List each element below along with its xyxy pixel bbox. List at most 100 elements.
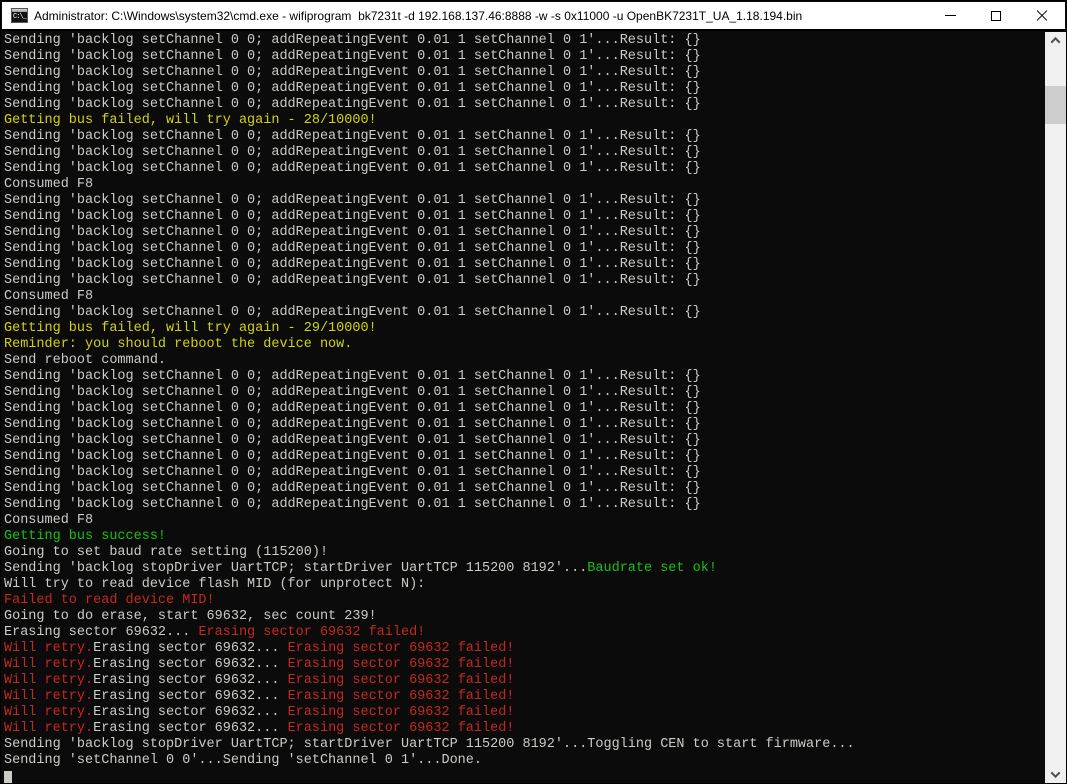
- close-button[interactable]: [1019, 2, 1065, 29]
- terminal-text-segment: Sending 'backlog stopDriver UartTCP; sta…: [4, 737, 855, 752]
- terminal-text-segment: Will retry.: [4, 673, 94, 688]
- terminal-text-segment: Sending 'backlog setChannel 0 0; addRepe…: [4, 145, 701, 160]
- window-controls: [927, 2, 1065, 29]
- terminal-text-segment: Erasing sector 69632...: [4, 625, 199, 640]
- terminal-line: Getting bus success!: [2, 529, 1047, 545]
- scroll-up-button[interactable]: [1045, 32, 1066, 49]
- terminal-text-segment: Sending 'backlog setChannel 0 0; addRepe…: [4, 481, 701, 496]
- maximize-icon: [991, 10, 1001, 21]
- maximize-button[interactable]: [973, 2, 1019, 29]
- titlebar[interactable]: Administrator: C:\Windows\system32\cmd.e…: [2, 2, 1065, 31]
- terminal-text-segment: Erasing sector 69632 failed!: [287, 721, 515, 736]
- terminal-text-segment: Sending 'backlog setChannel 0 0; addRepe…: [4, 97, 701, 112]
- terminal-text-segment: Erasing sector 69632 failed!: [287, 641, 515, 656]
- terminal-text-segment: Will try to read device flash MID (for u…: [4, 577, 426, 592]
- terminal-text-segment: Erasing sector 69632 failed!: [287, 673, 515, 688]
- terminal-line: Sending 'backlog setChannel 0 0; addRepe…: [2, 209, 1047, 225]
- terminal-text-segment: Sending 'backlog setChannel 0 0; addRepe…: [4, 401, 701, 416]
- terminal-text-segment: Sending 'setChannel 0 0'...Sending 'setC…: [4, 753, 482, 768]
- terminal-text-segment: Erasing sector 69632 failed!: [287, 657, 515, 672]
- terminal-line: Sending 'backlog setChannel 0 0; addRepe…: [2, 129, 1047, 145]
- terminal-text-segment: Sending 'backlog setChannel 0 0; addRepe…: [4, 161, 701, 176]
- scroll-down-button[interactable]: [1045, 766, 1066, 783]
- terminal-text-segment: Erasing sector 69632...: [93, 721, 288, 736]
- terminal-line: Reminder: you should reboot the device n…: [2, 337, 1047, 353]
- terminal-text-segment: Consumed F8: [4, 513, 94, 528]
- terminal-text-segment: Sending 'backlog setChannel 0 0; addRepe…: [4, 465, 701, 480]
- terminal-line: Will retry.Erasing sector 69632... Erasi…: [2, 657, 1047, 673]
- terminal-line: Sending 'backlog setChannel 0 0; addRepe…: [2, 97, 1047, 113]
- terminal-text-segment: Erasing sector 69632...: [93, 689, 288, 704]
- terminal-line: Sending 'backlog setChannel 0 0; addRepe…: [2, 49, 1047, 65]
- terminal-text-segment: Sending 'backlog setChannel 0 0; addRepe…: [4, 257, 701, 272]
- terminal-line: Sending 'backlog setChannel 0 0; addRepe…: [2, 385, 1047, 401]
- terminal-text-segment: Sending 'backlog stopDriver UartTCP; sta…: [4, 561, 588, 576]
- terminal-text-segment: Baudrate set ok!: [587, 561, 717, 576]
- terminal-line: Sending 'backlog setChannel 0 0; addRepe…: [2, 305, 1047, 321]
- terminal-text-segment: Sending 'backlog setChannel 0 0; addRepe…: [4, 209, 701, 224]
- close-icon: [1036, 10, 1048, 22]
- terminal-text-segment: Send reboot command.: [4, 353, 167, 368]
- terminal-text-segment: Getting bus failed, will try again - 29/…: [4, 321, 377, 336]
- terminal-line: Erasing sector 69632... Erasing sector 6…: [2, 625, 1047, 641]
- terminal-line: Sending 'backlog setChannel 0 0; addRepe…: [2, 257, 1047, 273]
- terminal-text-segment: Sending 'backlog setChannel 0 0; addRepe…: [4, 385, 701, 400]
- terminal-line: Sending 'backlog setChannel 0 0; addRepe…: [2, 81, 1047, 97]
- terminal-text-segment: Sending 'backlog setChannel 0 0; addRepe…: [4, 225, 701, 240]
- terminal-line: Will retry.Erasing sector 69632... Erasi…: [2, 721, 1047, 737]
- terminal-text-segment: Failed to read device MID!: [4, 593, 215, 608]
- terminal-line: Sending 'backlog setChannel 0 0; addRepe…: [2, 497, 1047, 513]
- terminal-text-segment: Erasing sector 69632 failed!: [198, 625, 426, 640]
- terminal-text-segment: Will retry.: [4, 641, 94, 656]
- terminal-line: Sending 'setChannel 0 0'...Sending 'setC…: [2, 753, 1047, 769]
- terminal-line: Sending 'backlog setChannel 0 0; addRepe…: [2, 65, 1047, 81]
- terminal-line: Going to do erase, start 69632, sec coun…: [2, 609, 1047, 625]
- terminal-cursor: [4, 771, 12, 783]
- terminal-text-segment: Sending 'backlog setChannel 0 0; addRepe…: [4, 369, 701, 384]
- terminal-line: Sending 'backlog setChannel 0 0; addRepe…: [2, 433, 1047, 449]
- terminal-text-segment: Erasing sector 69632 failed!: [287, 705, 515, 720]
- chevron-down-icon: [1050, 768, 1061, 779]
- terminal-text-segment: Sending 'backlog setChannel 0 0; addRepe…: [4, 49, 701, 64]
- terminal-text-segment: Sending 'backlog setChannel 0 0; addRepe…: [4, 81, 701, 96]
- minimize-icon: [944, 15, 956, 16]
- terminal-output: Sending 'backlog setChannel 0 0; addRepe…: [2, 33, 1047, 783]
- terminal-line: Will try to read device flash MID (for u…: [2, 577, 1047, 593]
- terminal-text-segment: Reminder: you should reboot the device n…: [4, 337, 353, 352]
- terminal-line: Will retry.Erasing sector 69632... Erasi…: [2, 673, 1047, 689]
- terminal-text-segment: Going to do erase, start 69632, sec coun…: [4, 609, 377, 624]
- terminal-text-segment: Consumed F8: [4, 177, 94, 192]
- terminal-line: Sending 'backlog setChannel 0 0; addRepe…: [2, 145, 1047, 161]
- terminal-line: Sending 'backlog setChannel 0 0; addRepe…: [2, 465, 1047, 481]
- terminal-line: Sending 'backlog setChannel 0 0; addRepe…: [2, 449, 1047, 465]
- terminal-line: Sending 'backlog stopDriver UartTCP; sta…: [2, 737, 1047, 753]
- terminal-line: Will retry.Erasing sector 69632... Erasi…: [2, 689, 1047, 705]
- terminal-line: Sending 'backlog setChannel 0 0; addRepe…: [2, 417, 1047, 433]
- terminal-line: Send reboot command.: [2, 353, 1047, 369]
- scrollbar-thumb[interactable]: [1045, 86, 1066, 124]
- window-title: Administrator: C:\Windows\system32\cmd.e…: [34, 8, 803, 23]
- terminal-text-segment: Will retry.: [4, 705, 94, 720]
- terminal-text-segment: Sending 'backlog setChannel 0 0; addRepe…: [4, 305, 701, 320]
- terminal-line: Will retry.Erasing sector 69632... Erasi…: [2, 705, 1047, 721]
- minimize-button[interactable]: [927, 2, 973, 29]
- terminal-text-segment: Erasing sector 69632...: [93, 705, 288, 720]
- terminal-line: Consumed F8: [2, 513, 1047, 529]
- terminal-line: [2, 769, 1047, 783]
- terminal-text-segment: Sending 'backlog setChannel 0 0; addRepe…: [4, 129, 701, 144]
- terminal-text-segment: Getting bus failed, will try again - 28/…: [4, 113, 377, 128]
- terminal-text-segment: Consumed F8: [4, 289, 94, 304]
- scrollbar[interactable]: [1045, 32, 1066, 783]
- terminal-text-segment: Sending 'backlog setChannel 0 0; addRepe…: [4, 433, 701, 448]
- terminal-text-segment: Sending 'backlog setChannel 0 0; addRepe…: [4, 417, 701, 432]
- terminal-text-segment: Getting bus success!: [4, 529, 167, 544]
- terminal-line: Going to set baud rate setting (115200)!: [2, 545, 1047, 561]
- terminal-line: Sending 'backlog setChannel 0 0; addRepe…: [2, 401, 1047, 417]
- terminal-text-segment: Sending 'backlog setChannel 0 0; addRepe…: [4, 65, 701, 80]
- terminal-text-segment: Erasing sector 69632 failed!: [287, 689, 515, 704]
- terminal-line: Failed to read device MID!: [2, 593, 1047, 609]
- terminal-text-segment: Erasing sector 69632...: [93, 657, 288, 672]
- cmd-window: Administrator: C:\Windows\system32\cmd.e…: [0, 0, 1067, 784]
- terminal-line: Sending 'backlog setChannel 0 0; addRepe…: [2, 273, 1047, 289]
- terminal-text-segment: Sending 'backlog setChannel 0 0; addRepe…: [4, 33, 701, 48]
